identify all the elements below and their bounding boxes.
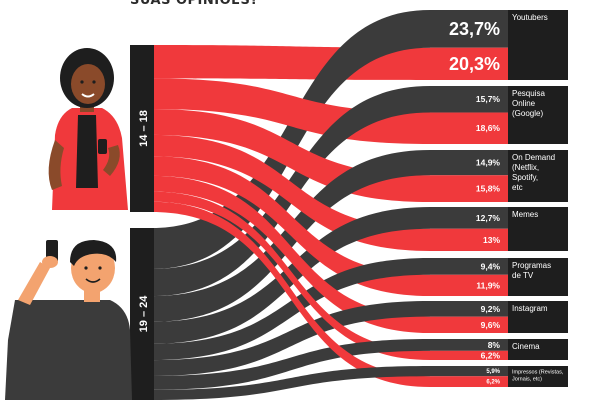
- group-label-14-18: 14 – 18: [138, 110, 150, 147]
- value-19-24-2: 14,9%: [476, 158, 501, 168]
- category-label-0: Youtubers: [512, 13, 548, 22]
- value-19-24-3: 12,7%: [476, 213, 501, 223]
- value-14-18-2: 15,8%: [476, 184, 501, 194]
- value-14-18-5: 9,6%: [481, 320, 501, 330]
- value-14-18-0: 20,3%: [449, 54, 500, 74]
- value-14-18-3: 13%: [483, 235, 500, 245]
- value-14-18-1: 18,6%: [476, 123, 501, 133]
- category-label-3: Memes: [512, 210, 538, 219]
- value-19-24-4: 9,4%: [481, 261, 501, 271]
- teen-girl-illustration: [48, 48, 128, 210]
- value-19-24-0: 23,7%: [449, 19, 500, 39]
- value-14-18-4: 11,9%: [476, 280, 500, 290]
- group-label-19-24: 19 – 24: [138, 295, 150, 333]
- value-14-18-6: 6,2%: [481, 350, 501, 360]
- flow-layer: [152, 10, 430, 400]
- value-19-24-7: 5,9%: [486, 369, 500, 375]
- category-label-6: Cinema: [512, 342, 540, 351]
- sankey-chart: 14 – 18 19 – 24 23,7% 20,3% Youtubers 15,7% 1…: [5, 10, 568, 400]
- category-label-5: Instagram: [512, 304, 548, 313]
- value-19-24-1: 15,7%: [476, 94, 501, 104]
- value-19-24-5: 9,2%: [481, 304, 501, 314]
- value-14-18-7: 6,2%: [486, 380, 500, 386]
- young-man-illustration: [5, 240, 132, 400]
- value-19-24-6: 8%: [488, 340, 501, 350]
